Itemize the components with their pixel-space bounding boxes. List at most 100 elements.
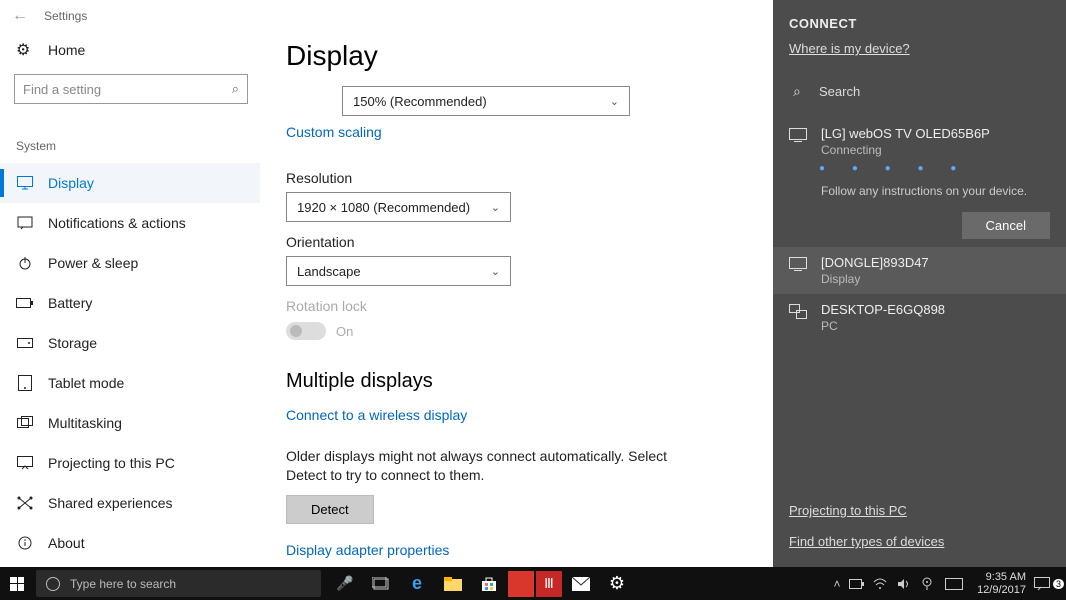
window-title: Settings	[44, 9, 87, 23]
scale-value: 150% (Recommended)	[353, 94, 487, 109]
app-red[interactable]	[508, 571, 534, 597]
battery-tray-icon[interactable]	[849, 579, 873, 589]
rotation-lock-state: On	[336, 324, 353, 339]
sidebar-item-battery[interactable]: Battery	[0, 283, 260, 323]
settings-app[interactable]: ⚙	[600, 571, 634, 597]
connect-wireless-link[interactable]: Connect to a wireless display	[286, 407, 467, 423]
storage-icon	[16, 338, 34, 348]
search-placeholder: Find a setting	[23, 82, 101, 97]
device-name: DESKTOP-E6GQ898	[821, 302, 945, 317]
shared-icon	[16, 496, 34, 510]
resolution-label: Resolution	[286, 170, 761, 186]
sidebar-item-label: Battery	[48, 295, 92, 311]
sidebar-item-storage[interactable]: Storage	[0, 323, 260, 363]
sidebar-item-notifications[interactable]: Notifications & actions	[0, 203, 260, 243]
connect-panel: CONNECT Where is my device? ⌕ Search [LG…	[773, 0, 1066, 567]
adapter-properties-link[interactable]: Display adapter properties	[286, 542, 449, 558]
device-name: [DONGLE]893D47	[821, 255, 929, 270]
settings-content: Display 150% (Recommended) ⌄ Custom scal…	[286, 40, 761, 576]
sidebar-item-multitasking[interactable]: Multitasking	[0, 403, 260, 443]
taskbar-time: 9:35 AM	[977, 571, 1026, 583]
home-label: Home	[48, 42, 85, 58]
sidebar-item-label: Display	[48, 175, 94, 191]
sidebar-item-label: Storage	[48, 335, 97, 351]
sidebar-item-about[interactable]: About	[0, 523, 260, 563]
device-dongle[interactable]: [DONGLE]893D47 Display	[773, 247, 1066, 294]
edge-app[interactable]: e	[400, 571, 434, 597]
where-is-device-link[interactable]: Where is my device?	[773, 41, 1066, 56]
connect-search[interactable]: ⌕ Search	[773, 74, 1066, 108]
taskbar: Type here to search 🎤 e Ⅲ ⚙ ˄	[0, 567, 1066, 600]
device-status: PC	[821, 319, 945, 333]
projecting-icon	[16, 456, 34, 470]
sidebar-item-label: Tablet mode	[48, 375, 124, 391]
tablet-icon	[16, 375, 34, 391]
notifications-icon	[16, 216, 34, 230]
sidebar-item-label: Shared experiences	[48, 495, 173, 511]
projecting-to-pc-link[interactable]: Projecting to this PC	[789, 503, 1050, 518]
chevron-down-icon: ⌄	[610, 95, 619, 108]
custom-scaling-link[interactable]: Custom scaling	[286, 124, 382, 140]
sidebar-item-label: Power & sleep	[48, 255, 138, 271]
mail-app[interactable]	[564, 571, 598, 597]
about-icon	[16, 536, 34, 550]
device-status: Display	[821, 272, 929, 286]
page-heading: Display	[286, 40, 761, 72]
multiple-displays-heading: Multiple displays	[286, 370, 761, 393]
display-icon	[789, 255, 809, 286]
task-view-button[interactable]	[363, 567, 399, 600]
device-desktop[interactable]: DESKTOP-E6GQ898 PC	[773, 294, 1066, 341]
back-button[interactable]: ←	[8, 7, 32, 25]
resolution-select[interactable]: 1920 × 1080 (Recommended) ⌄	[286, 192, 511, 222]
device-name: [LG] webOS TV OLED65B6P	[821, 126, 1027, 141]
chevron-down-icon: ⌄	[491, 265, 500, 278]
cortana-icon	[46, 577, 60, 591]
start-button[interactable]	[0, 567, 34, 600]
volume-tray-icon[interactable]	[897, 578, 921, 590]
titlebar: ← Settings	[0, 0, 773, 32]
find-setting-search[interactable]: Find a setting ⌕	[14, 74, 248, 104]
taskbar-search-placeholder: Type here to search	[70, 577, 176, 591]
sidebar-item-label: Notifications & actions	[48, 215, 186, 231]
mic-icon[interactable]: 🎤	[327, 567, 363, 600]
battery-icon	[16, 298, 34, 308]
location-tray-icon[interactable]	[921, 577, 945, 591]
action-center-button[interactable]: 3	[1034, 577, 1066, 591]
windows-logo-icon	[10, 577, 24, 591]
device-lg-tv[interactable]: [LG] webOS TV OLED65B6P Connecting ● ● ●…	[773, 118, 1066, 206]
store-app[interactable]	[472, 571, 506, 597]
tray-chevron-up-icon[interactable]: ˄	[825, 577, 849, 591]
display-icon	[16, 176, 34, 190]
taskbar-clock[interactable]: 9:35 AM 12/9/2017	[969, 571, 1034, 595]
sidebar-item-shared[interactable]: Shared experiences	[0, 483, 260, 523]
system-tray: ˄ 9:35 AM 12/9/2017 3	[825, 567, 1066, 600]
gear-icon: ⚙	[16, 40, 36, 60]
resolution-value: 1920 × 1080 (Recommended)	[297, 200, 470, 215]
connect-title: CONNECT	[773, 0, 1066, 41]
sidebar-item-tablet[interactable]: Tablet mode	[0, 363, 260, 403]
rotation-lock-label: Rotation lock	[286, 298, 761, 314]
sidebar-item-projecting[interactable]: Projecting to this PC	[0, 443, 260, 483]
sidebar-item-power[interactable]: Power & sleep	[0, 243, 260, 283]
rotation-lock-toggle[interactable]	[286, 322, 326, 340]
search-icon: ⌕	[232, 81, 239, 97]
app-bars[interactable]: Ⅲ	[536, 571, 562, 597]
find-other-devices-link[interactable]: Find other types of devices	[789, 534, 1050, 549]
sidebar-section-label: System	[0, 135, 260, 163]
sidebar-item-display[interactable]: Display	[0, 163, 260, 203]
orientation-label: Orientation	[286, 234, 761, 250]
taskbar-search[interactable]: Type here to search	[36, 570, 321, 597]
chevron-down-icon: ⌄	[491, 201, 500, 214]
connect-search-label: Search	[819, 84, 860, 99]
taskbar-date: 12/9/2017	[977, 584, 1026, 596]
detect-button[interactable]: Detect	[286, 495, 374, 524]
search-icon: ⌕	[793, 83, 801, 100]
scale-select[interactable]: 150% (Recommended) ⌄	[342, 86, 630, 116]
keyboard-tray-icon[interactable]	[945, 578, 969, 590]
display-icon	[789, 126, 809, 198]
wifi-tray-icon[interactable]	[873, 578, 897, 590]
cancel-button[interactable]: Cancel	[962, 212, 1050, 239]
device-instructions: Follow any instructions on your device.	[821, 184, 1027, 198]
orientation-select[interactable]: Landscape ⌄	[286, 256, 511, 286]
file-explorer-app[interactable]	[436, 571, 470, 597]
